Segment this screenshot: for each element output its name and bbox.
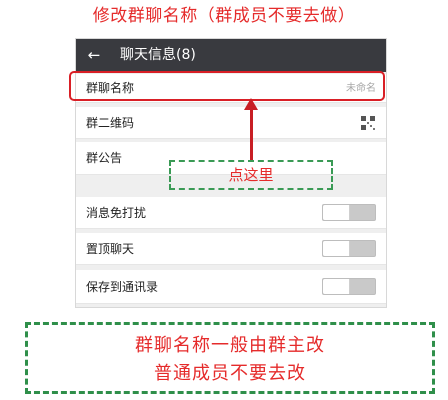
click-here-text: 点这里: [228, 166, 274, 184]
note-line-1: 群聊名称一般由群主改: [135, 335, 325, 356]
note-line-2: 普通成员不要去改: [154, 363, 306, 384]
arrow-up-icon: [244, 98, 258, 110]
settings-row-mute[interactable]: 消息免打扰: [76, 197, 386, 229]
page-title: 聊天信息(8): [120, 47, 196, 63]
mute-toggle[interactable]: [322, 204, 376, 221]
settings-row-save-contacts[interactable]: 保存到通讯录: [76, 270, 386, 304]
qr-code-icon: [361, 116, 375, 130]
qr-code-label: 群二维码: [86, 116, 135, 130]
arrow-left-icon[interactable]: ←: [84, 45, 104, 65]
toggle-knob: [323, 241, 350, 256]
chat-info-header: ← 聊天信息(8): [76, 39, 386, 72]
announcement-label: 群公告: [86, 151, 123, 165]
toggle-knob: [323, 205, 350, 220]
pointer-arrow-shaft: [250, 104, 253, 161]
settings-row-pin[interactable]: 置顶聊天: [76, 233, 386, 265]
instruction-title: 修改群聊名称（群成员不要去做）: [92, 6, 356, 26]
pin-label: 置顶聊天: [86, 242, 135, 256]
settings-row-qr-code[interactable]: 群二维码: [76, 107, 386, 139]
pin-toggle[interactable]: [322, 240, 376, 257]
group-name-highlight: [69, 71, 385, 101]
mute-label: 消息免打扰: [86, 206, 147, 220]
note-callout: 群聊名称一般由群主改 普通成员不要去改: [25, 322, 435, 394]
save-contacts-label: 保存到通讯录: [86, 280, 159, 294]
click-here-callout: 点这里: [169, 160, 333, 190]
save-contacts-toggle[interactable]: [322, 278, 376, 295]
toggle-knob: [323, 279, 350, 294]
